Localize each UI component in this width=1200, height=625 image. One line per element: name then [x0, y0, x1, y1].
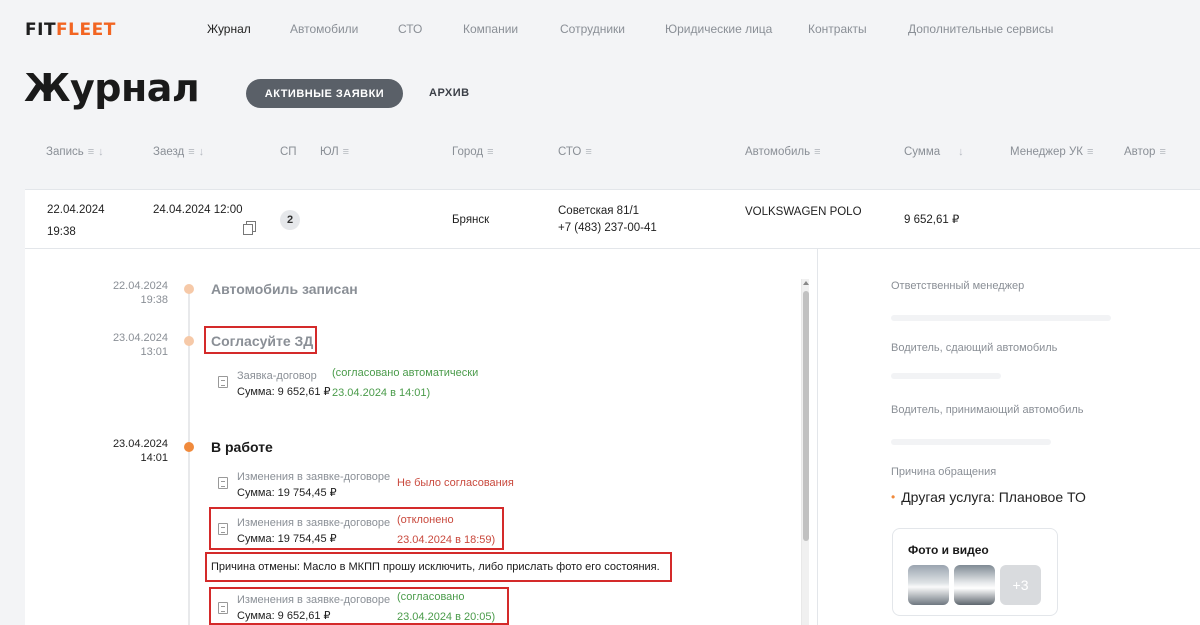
column-header-legal-entity[interactable]: ЮЛ ≡	[320, 146, 349, 158]
document-status: (отклонено 23.04.2024 в 18:59)	[397, 514, 496, 546]
column-header-manager[interactable]: Менеджер УК ≡	[1010, 146, 1093, 158]
photo-video-card: Фото и видео +3	[892, 528, 1058, 616]
contract-document[interactable]: Заявка-договор Сумма: 9 652,61 ₽	[237, 368, 331, 400]
timeline-dot	[184, 442, 194, 452]
car-photo-thumbnail[interactable]	[908, 565, 949, 605]
filter-icon[interactable]: ≡	[1087, 146, 1093, 158]
arrival-datetime: 24.04.2024 12:00	[153, 204, 243, 216]
filter-icon[interactable]: ≡	[188, 146, 194, 158]
sort-down-icon[interactable]: ↓	[199, 146, 205, 158]
document-icon	[218, 477, 228, 489]
scrollbar-thumb[interactable]	[803, 291, 809, 541]
copy-icon[interactable]	[243, 221, 256, 235]
filter-icon[interactable]: ≡	[1159, 146, 1165, 158]
nav-item-additional-services[interactable]: Дополнительные сервисы	[908, 22, 1053, 36]
sort-down-icon[interactable]: ↓	[958, 146, 964, 158]
stage-title: Автомобиль записан	[211, 281, 358, 297]
column-header-sum[interactable]: Сумма ↓	[904, 146, 964, 158]
column-header-car[interactable]: Автомобиль ≡	[745, 146, 821, 158]
driver-receive-label: Водитель, принимающий автомобиль	[891, 404, 1084, 416]
panel-divider	[817, 249, 818, 625]
driver-handover-label: Водитель, сдающий автомобиль	[891, 342, 1058, 354]
car-cell: VOLKSWAGEN POLO	[745, 206, 862, 218]
stage-title: Согласуйте ЗД	[211, 333, 314, 349]
document-status: Не было согласования	[397, 477, 514, 489]
nav-item-contracts[interactable]: Контракты	[808, 22, 867, 36]
page-title: Журнал	[24, 66, 200, 110]
column-header-arrival[interactable]: Заезд ≡ ↓	[153, 146, 204, 158]
contract-change-document[interactable]: Изменения в заявке-договоре Сумма: 19 75…	[237, 469, 390, 501]
record-datetime: 22.04.2024 19:38	[47, 204, 105, 238]
event-date: 23.04.2024 14:01	[112, 438, 168, 464]
sort-down-icon[interactable]: ↓	[98, 146, 104, 158]
car-photo-thumbnail[interactable]	[954, 565, 995, 605]
column-header-record[interactable]: Запись ≡ ↓	[46, 146, 104, 158]
filter-icon[interactable]: ≡	[343, 146, 349, 158]
column-header-sp[interactable]: СП	[280, 146, 297, 158]
document-icon	[218, 523, 228, 535]
request-reason-value: • Другая услуга: Плановое ТО	[891, 489, 1086, 505]
blurred-value	[891, 373, 1001, 379]
sto-cell: Советская 81/1 +7 (483) 237-00-41	[558, 205, 657, 234]
filter-icon[interactable]: ≡	[585, 146, 591, 158]
timeline-dot	[184, 284, 194, 294]
nav-item-legal-entities[interactable]: Юридические лица	[665, 22, 772, 36]
request-detail-panel: 22.04.2024 19:38 Автомобиль записан 23.0…	[25, 249, 1200, 625]
document-status: (согласовано автоматически 23.04.2024 в …	[332, 367, 479, 399]
nav-item-companies[interactable]: Компании	[463, 22, 518, 36]
nav-item-cars[interactable]: Автомобили	[290, 22, 358, 36]
contract-change-document[interactable]: Изменения в заявке-договоре Сумма: 9 652…	[237, 592, 390, 624]
blurred-value	[891, 439, 1051, 445]
timeline-scrollbar[interactable]	[801, 279, 809, 625]
document-status: (согласовано 23.04.2024 в 20:05)	[397, 591, 496, 623]
fitfleet-logo[interactable]: FITFLEET	[25, 20, 116, 40]
sum-cell: 9 652,61 ₽	[904, 214, 960, 226]
filter-icon[interactable]: ≡	[88, 146, 94, 158]
filter-icon[interactable]: ≡	[814, 146, 820, 158]
bullet-icon: •	[891, 490, 896, 504]
column-header-city[interactable]: Город ≡	[452, 146, 494, 158]
city-cell: Брянск	[452, 214, 490, 226]
nav-item-employees[interactable]: Сотрудники	[560, 22, 625, 36]
filter-icon[interactable]: ≡	[487, 146, 493, 158]
cancel-reason: Причина отмены: Масло в МКПП прошу исклю…	[211, 561, 660, 573]
more-photos-button[interactable]: +3	[1000, 565, 1041, 605]
document-icon	[218, 602, 228, 614]
nav-item-journal[interactable]: Журнал	[207, 22, 251, 36]
document-icon	[218, 376, 228, 388]
blurred-value	[891, 315, 1111, 321]
top-navigation: FITFLEET Журнал Автомобили СТО Компании …	[0, 0, 1200, 58]
column-header-sto[interactable]: СТО ≡	[558, 146, 592, 158]
responsible-manager-label: Ответственный менеджер	[891, 280, 1025, 292]
nav-item-sto[interactable]: СТО	[398, 22, 422, 36]
column-header-author[interactable]: Автор ≡	[1124, 146, 1166, 158]
tab-archive[interactable]: АРХИВ	[429, 87, 470, 99]
contract-change-document[interactable]: Изменения в заявке-договоре Сумма: 19 75…	[237, 515, 390, 547]
sp-count-badge: 2	[280, 210, 300, 230]
scroll-up-arrow-icon[interactable]	[803, 281, 809, 285]
event-date: 23.04.2024 13:01	[112, 332, 168, 358]
timeline-dot	[184, 336, 194, 346]
tab-active-requests[interactable]: АКТИВНЫЕ ЗАЯВКИ	[246, 79, 403, 108]
request-reason-label: Причина обращения	[891, 466, 997, 478]
table-row[interactable]: 22.04.2024 19:38 24.04.2024 12:00 2 Брян…	[25, 189, 1200, 249]
stage-title: В работе	[211, 439, 273, 455]
event-date: 22.04.2024 19:38	[112, 280, 168, 306]
